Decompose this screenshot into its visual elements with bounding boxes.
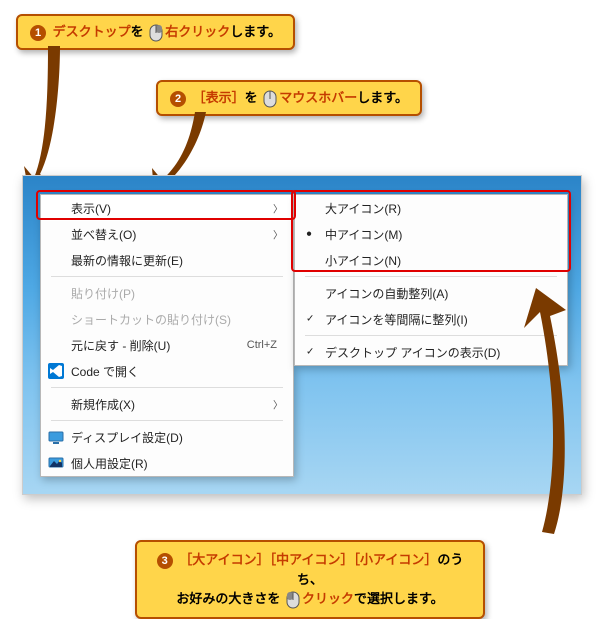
shortcut-text: Ctrl+Z bbox=[247, 339, 277, 351]
check-icon: ✓ bbox=[306, 314, 314, 325]
menu-separator bbox=[51, 420, 283, 421]
menu-item-new[interactable]: 新規作成(X) 〉 bbox=[41, 391, 293, 417]
chevron-right-icon: 〉 bbox=[273, 397, 283, 412]
menu-item-open-code[interactable]: Code で開く bbox=[41, 358, 293, 384]
menu-item-sort[interactable]: 並べ替え(O) 〉 bbox=[41, 221, 293, 247]
arrow-1 bbox=[10, 38, 90, 188]
menu-separator bbox=[51, 276, 283, 277]
menu-item-paste: 貼り付け(P) bbox=[41, 280, 293, 306]
check-icon: ✓ bbox=[306, 347, 314, 358]
menu-item-small-icons[interactable]: 小アイコン(N) bbox=[295, 247, 567, 273]
callout-2-hl1: ［表示］ bbox=[193, 90, 245, 105]
menu-item-view[interactable]: 表示(V) 〉 bbox=[41, 195, 293, 221]
menu-item-refresh[interactable]: 最新の情報に更新(E) bbox=[41, 247, 293, 273]
callout-1-hl1: デスクトップ bbox=[53, 24, 131, 39]
mouse-icon bbox=[263, 90, 277, 108]
menu-item-undo[interactable]: 元に戻す - 削除(U) Ctrl+Z bbox=[41, 332, 293, 358]
arrow-3 bbox=[498, 282, 588, 542]
callout-1-hl2: 右クリック bbox=[165, 24, 230, 39]
context-menu-main: 表示(V) 〉 並べ替え(O) 〉 最新の情報に更新(E) 貼り付け(P) ショ… bbox=[40, 194, 294, 477]
menu-separator bbox=[305, 276, 557, 277]
menu-item-medium-icons[interactable]: ● 中アイコン(M) bbox=[295, 221, 567, 247]
menu-item-display-settings[interactable]: ディスプレイ設定(D) bbox=[41, 424, 293, 450]
vscode-icon bbox=[48, 363, 64, 379]
personalize-icon bbox=[48, 455, 64, 471]
radio-selected-icon: ● bbox=[306, 229, 312, 240]
mouse-icon bbox=[286, 591, 300, 609]
display-icon bbox=[48, 429, 64, 445]
menu-separator bbox=[51, 387, 283, 388]
callout-num-2: 2 bbox=[170, 91, 186, 107]
callout-3-hl2: クリック bbox=[302, 591, 354, 606]
mouse-icon bbox=[149, 24, 163, 42]
callout-2-hl2: マウスホバー bbox=[279, 90, 357, 105]
chevron-right-icon: 〉 bbox=[273, 201, 283, 216]
callout-num-3: 3 bbox=[157, 553, 173, 569]
callout-3-hl1: ［大アイコン］［中アイコン］［小アイコン］ bbox=[179, 552, 437, 567]
callout-3: 3 ［大アイコン］［中アイコン］［小アイコン］のうち、 お好みの大きさを クリッ… bbox=[135, 540, 485, 619]
chevron-right-icon: 〉 bbox=[273, 227, 283, 242]
menu-item-large-icons[interactable]: 大アイコン(R) bbox=[295, 195, 567, 221]
menu-item-paste-shortcut: ショートカットの貼り付け(S) bbox=[41, 306, 293, 332]
menu-item-personalize[interactable]: 個人用設定(R) bbox=[41, 450, 293, 476]
